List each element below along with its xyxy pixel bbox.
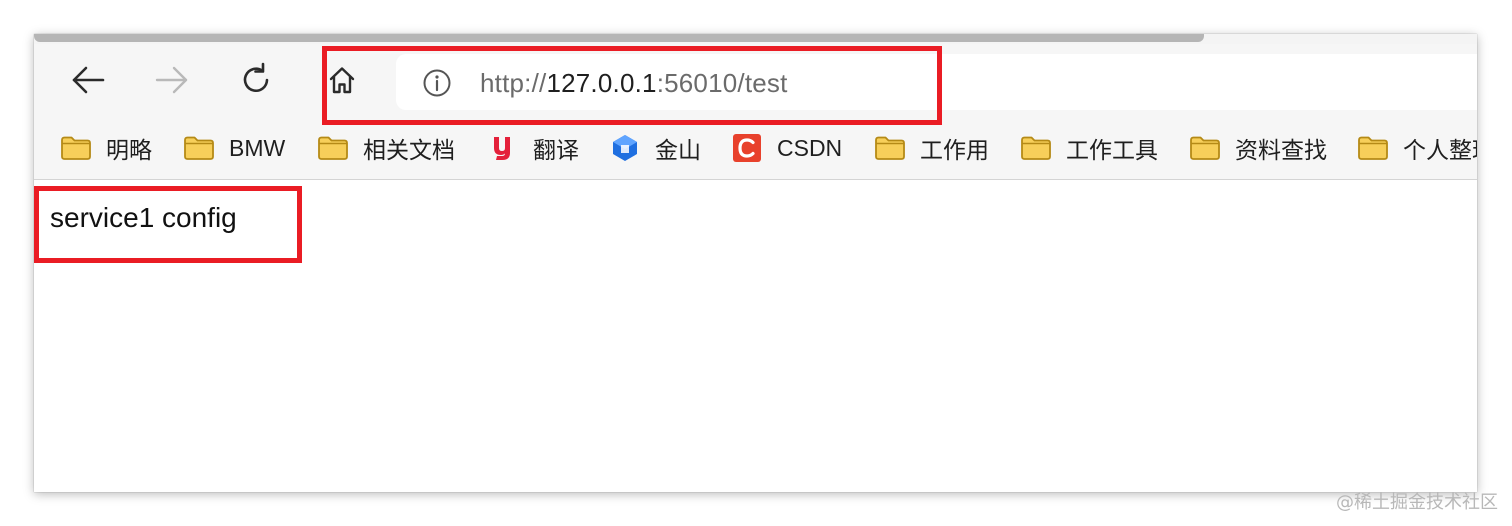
folder-icon xyxy=(1189,133,1221,163)
bookmark-translate[interactable]: 翻译 xyxy=(487,130,579,166)
kingsoft-icon xyxy=(609,133,641,163)
scrollbar-thumb[interactable] xyxy=(34,34,1204,42)
bookmark-label: CSDN xyxy=(777,134,843,161)
arrow-left-icon xyxy=(72,66,105,94)
bookmark-label: 翻译 xyxy=(533,137,579,163)
bookmarks-bar: 明略 BMW 相关文档 翻译 金山 CSDN 工作用 工作工具 资料查找 个人整 xyxy=(34,118,1477,180)
horizontal-scrollbar[interactable] xyxy=(34,34,1477,44)
youdao-icon xyxy=(487,133,519,163)
page-content: service1 config xyxy=(34,180,1477,492)
page-body-text: service1 config xyxy=(50,202,237,233)
bookmark-label: 资料查找 xyxy=(1235,137,1327,163)
bookmark-related-docs[interactable]: 相关文档 xyxy=(317,130,455,166)
bookmark-label: 工作用 xyxy=(920,137,989,163)
watermark: @稀土掘金技术社区 xyxy=(1336,492,1498,513)
forward-button[interactable] xyxy=(152,60,192,100)
csdn-icon xyxy=(731,133,763,163)
bookmark-personal[interactable]: 个人整理 xyxy=(1357,130,1477,166)
bookmark-label: 明略 xyxy=(106,137,152,163)
back-button[interactable] xyxy=(68,60,108,100)
bookmark-label: 金山 xyxy=(655,137,701,163)
folder-icon xyxy=(874,133,906,163)
bookmark-csdn[interactable]: CSDN xyxy=(731,130,842,166)
reload-icon xyxy=(243,62,269,93)
bookmark-work-use[interactable]: 工作用 xyxy=(874,130,989,166)
info-icon[interactable] xyxy=(422,68,452,98)
arrow-right-icon xyxy=(155,66,188,94)
bookmark-label: 个人整理 xyxy=(1403,137,1477,163)
home-button[interactable] xyxy=(322,60,362,100)
bookmark-research[interactable]: 资料查找 xyxy=(1189,130,1327,166)
screenshot-stage: http://127.0.0.1:56010/test 明略 BMW 相关文档 … xyxy=(0,0,1512,526)
bookmark-label: 相关文档 xyxy=(363,137,455,163)
bookmark-minglue[interactable]: 明略 xyxy=(60,130,152,166)
bookmark-label: BMW xyxy=(229,134,286,161)
reload-button[interactable] xyxy=(236,60,276,100)
folder-icon xyxy=(183,133,215,163)
url-prefix: http:// xyxy=(480,68,547,98)
folder-icon xyxy=(1020,133,1052,163)
address-bar[interactable]: http://127.0.0.1:56010/test xyxy=(396,54,1477,110)
url-text[interactable]: http://127.0.0.1:56010/test xyxy=(480,68,788,99)
bookmark-work-tools[interactable]: 工作工具 xyxy=(1020,130,1158,166)
bookmark-kingsoft[interactable]: 金山 xyxy=(609,130,701,166)
bookmark-label: 工作工具 xyxy=(1066,137,1158,163)
folder-icon xyxy=(1357,133,1389,163)
browser-window: http://127.0.0.1:56010/test 明略 BMW 相关文档 … xyxy=(34,34,1477,492)
folder-icon xyxy=(317,133,349,163)
bookmark-bmw[interactable]: BMW xyxy=(183,130,285,166)
home-icon xyxy=(329,67,355,94)
url-host: 127.0.0.1 xyxy=(546,68,657,98)
url-suffix: :56010/test xyxy=(656,68,788,98)
browser-toolbar: http://127.0.0.1:56010/test xyxy=(34,44,1477,118)
folder-icon xyxy=(60,133,92,163)
